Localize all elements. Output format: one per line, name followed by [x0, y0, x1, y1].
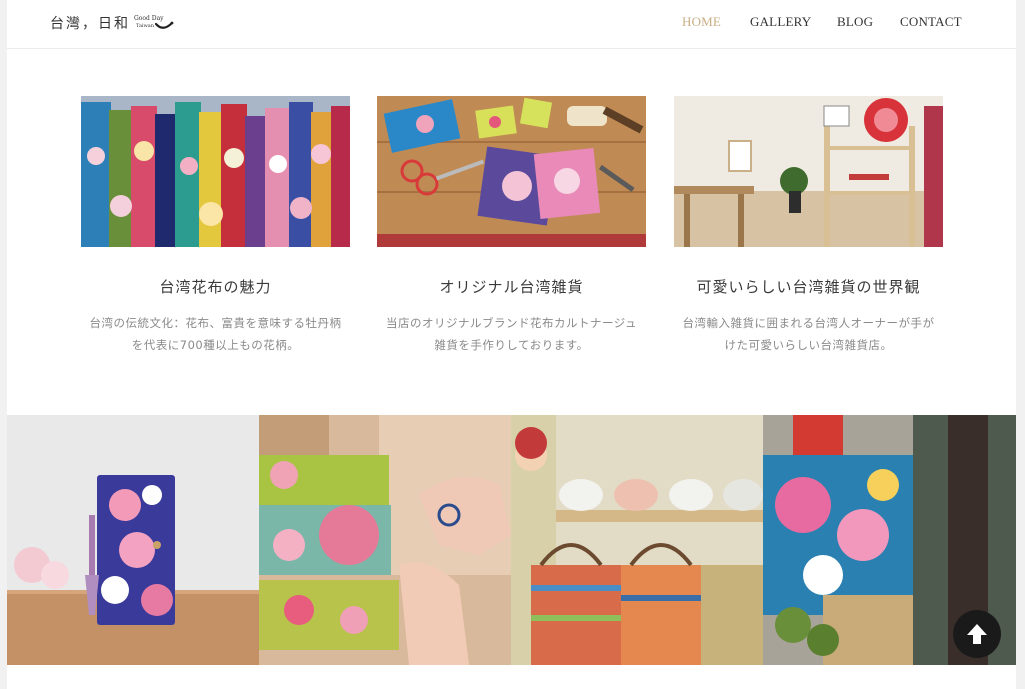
- shop-interior-photo[interactable]: [674, 96, 943, 247]
- handmade-notebooks-photo[interactable]: [259, 415, 511, 665]
- nav-blog[interactable]: BLOG: [837, 14, 873, 30]
- gallery-strip: [7, 415, 1016, 665]
- nav-home[interactable]: HOME: [682, 14, 721, 30]
- feature-description: 台湾輸入雑貨に囲まれる台湾人オーナーが手が けた可愛いらしい台湾雑貨店。: [670, 312, 947, 356]
- feature-desc-line: 台湾の伝統文化：花布、富貴を意味する牡丹柄: [89, 316, 342, 330]
- feature-description: 当店のオリジナルブランド花布カルトナージュ 雑貨を手作りしております。: [373, 312, 650, 356]
- feature-desc-line: けた可愛いらしい台湾雑貨店。: [724, 338, 893, 352]
- page: 台灣，日和 Good Day Taiwan HOME GALLERY BLOG …: [7, 0, 1016, 689]
- feature-title: 可愛いらしい台湾雑貨の世界観: [696, 278, 921, 296]
- fabric-rolls-photo[interactable]: [81, 96, 350, 247]
- nav-contact[interactable]: CONTACT: [900, 14, 962, 30]
- main-nav: HOME GALLERY BLOG CONTACT: [7, 14, 1016, 34]
- feature-title: 台湾花布の魅力: [159, 278, 272, 296]
- shop-shelf-bags-photo[interactable]: [511, 415, 763, 665]
- arrow-up-icon: [967, 624, 987, 644]
- feature-desc-line: 当店のオリジナルブランド花布カルトナージュ: [386, 316, 637, 330]
- feature-description: 台湾の伝統文化：花布、富貴を意味する牡丹柄 を代表に700種以上もの花柄。: [77, 312, 354, 356]
- back-to-top-button[interactable]: [953, 610, 1001, 658]
- feature-desc-line: を代表に700種以上もの花柄。: [131, 338, 300, 352]
- phone-case-photo[interactable]: [7, 415, 259, 665]
- feature-desc-line: 雑貨を手作りしております。: [434, 338, 589, 352]
- feature-card: 台湾花布の魅力 台湾の伝統文化：花布、富貴を意味する牡丹柄 を代表に700種以上…: [81, 96, 350, 352]
- craft-table-photo[interactable]: [377, 96, 646, 247]
- feature-card: 可愛いらしい台湾雑貨の世界観 台湾輸入雑貨に囲まれる台湾人オーナーが手が けた可…: [674, 96, 943, 352]
- feature-desc-line: 台湾輸入雑貨に囲まれる台湾人オーナーが手が: [682, 316, 935, 330]
- site-header: 台灣，日和 Good Day Taiwan HOME GALLERY BLOG …: [7, 0, 1016, 49]
- nav-gallery[interactable]: GALLERY: [750, 14, 811, 30]
- feature-title: オリジナル台湾雑貨: [439, 278, 584, 296]
- feature-card: オリジナル台湾雑貨 当店のオリジナルブランド花布カルトナージュ 雑貨を手作りして…: [377, 96, 646, 352]
